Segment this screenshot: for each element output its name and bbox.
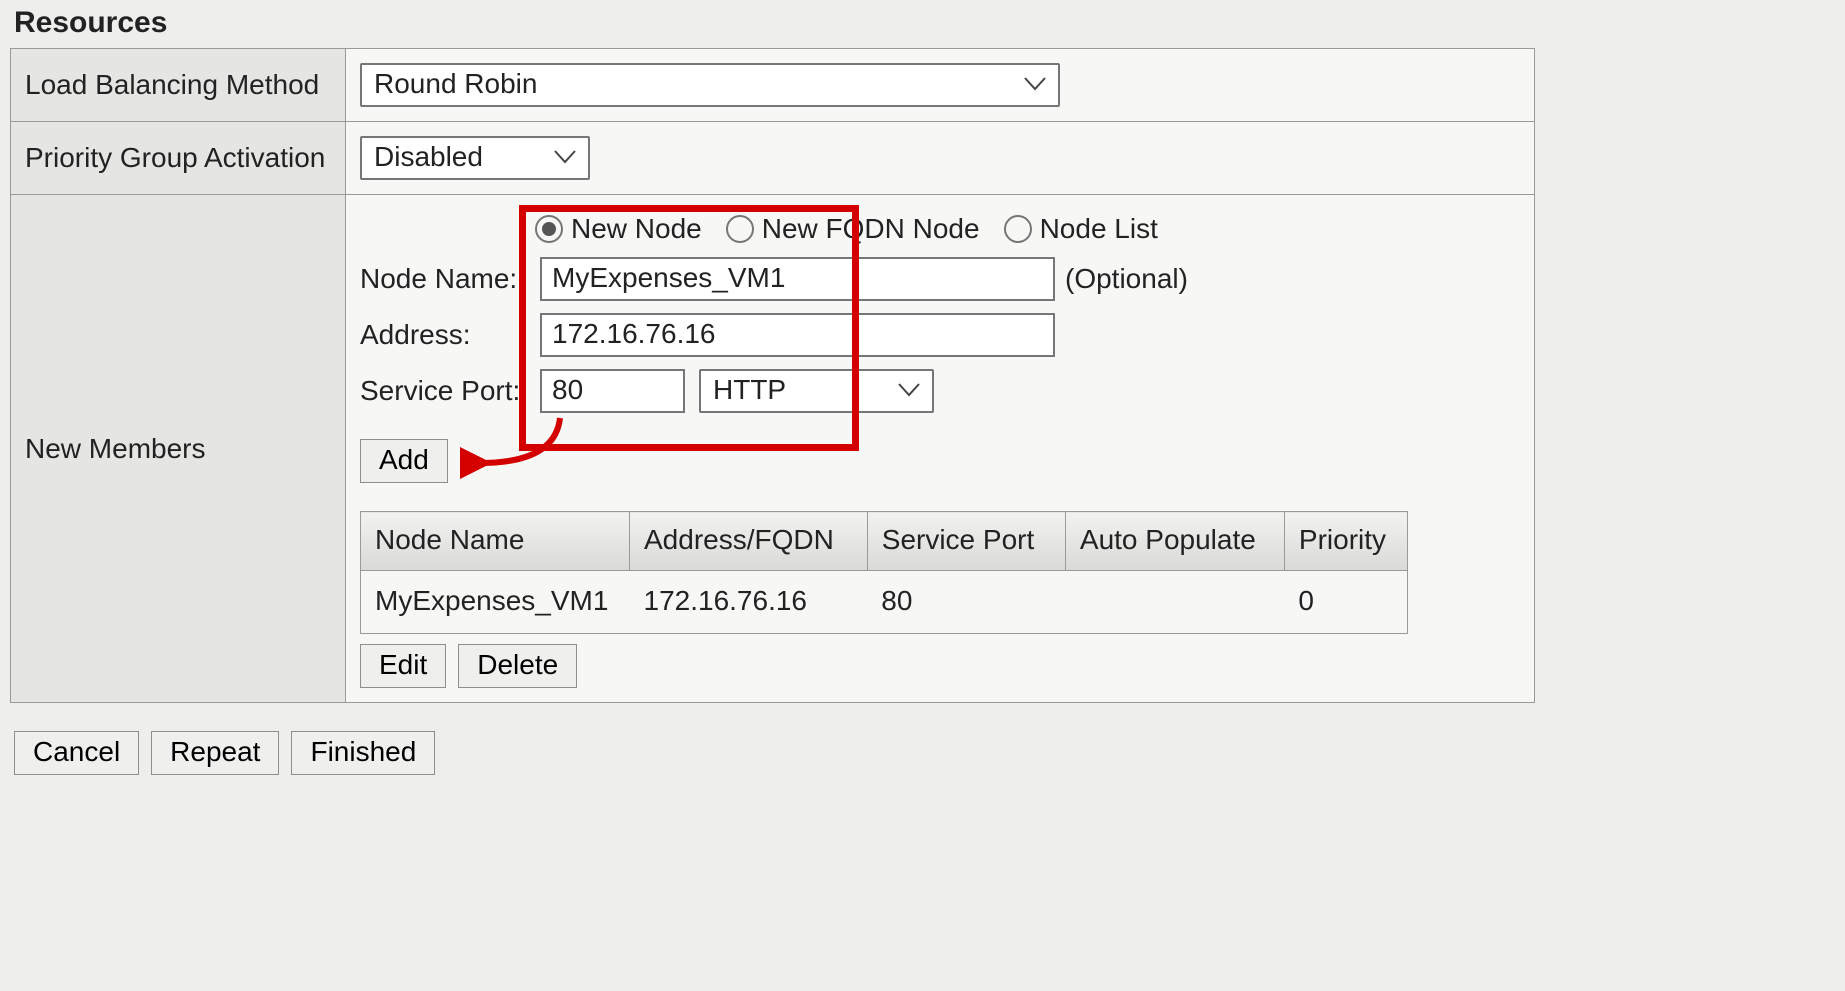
chevron-down-icon [898, 383, 920, 397]
col-service-port: Service Port [867, 512, 1065, 571]
port-protocol-value: HTTP [713, 374, 786, 406]
radio-new-fqdn[interactable] [726, 215, 754, 243]
lbm-value: Round Robin [374, 68, 537, 100]
cell-priority: 0 [1284, 571, 1407, 634]
col-node-name: Node Name [361, 512, 630, 571]
resources-table: Load Balancing Method Round Robin Priori… [10, 48, 1535, 703]
node-type-radios: New Node New FQDN Node Node List [535, 213, 1520, 245]
cancel-button[interactable]: Cancel [14, 731, 139, 775]
chevron-down-icon [1024, 77, 1046, 91]
col-priority: Priority [1284, 512, 1407, 571]
lbm-cell: Round Robin [346, 49, 1535, 122]
pga-select[interactable]: Disabled [360, 136, 590, 180]
address-input[interactable] [540, 313, 1055, 357]
repeat-button[interactable]: Repeat [151, 731, 279, 775]
lbm-label: Load Balancing Method [11, 49, 346, 122]
delete-button[interactable]: Delete [458, 644, 577, 688]
radio-new-fqdn-label: New FQDN Node [762, 213, 980, 245]
cell-service-port: 80 [867, 571, 1065, 634]
new-members-label: New Members [11, 195, 346, 703]
optional-label: (Optional) [1065, 263, 1188, 295]
node-name-label: Node Name: [360, 263, 540, 295]
pga-label: Priority Group Activation [11, 122, 346, 195]
node-form-area: New Node New FQDN Node Node List Node Na… [360, 213, 1520, 688]
pga-value: Disabled [374, 141, 483, 173]
table-row[interactable]: MyExpenses_VM1 172.16.76.16 80 0 [361, 571, 1408, 634]
section-title: Resources [10, 0, 1835, 48]
radio-node-list-label: Node List [1040, 213, 1158, 245]
lbm-select[interactable]: Round Robin [360, 63, 1060, 107]
port-protocol-select[interactable]: HTTP [699, 369, 934, 413]
edit-button[interactable]: Edit [360, 644, 446, 688]
new-members-cell: New Node New FQDN Node Node List Node Na… [346, 195, 1535, 703]
add-button[interactable]: Add [360, 439, 448, 483]
finished-button[interactable]: Finished [291, 731, 435, 775]
members-table: Node Name Address/FQDN Service Port Auto… [360, 511, 1408, 634]
service-port-input[interactable] [540, 369, 685, 413]
chevron-down-icon [554, 150, 576, 164]
radio-node-list[interactable] [1004, 215, 1032, 243]
node-name-input[interactable] [540, 257, 1055, 301]
pga-cell: Disabled [346, 122, 1535, 195]
cell-auto-populate [1065, 571, 1284, 634]
address-label: Address: [360, 319, 540, 351]
col-address: Address/FQDN [630, 512, 868, 571]
cell-address: 172.16.76.16 [630, 571, 868, 634]
radio-new-node-label: New Node [571, 213, 702, 245]
col-auto-populate: Auto Populate [1065, 512, 1284, 571]
radio-new-node[interactable] [535, 215, 563, 243]
service-port-label: Service Port: [360, 375, 540, 407]
cell-node-name: MyExpenses_VM1 [361, 571, 630, 634]
